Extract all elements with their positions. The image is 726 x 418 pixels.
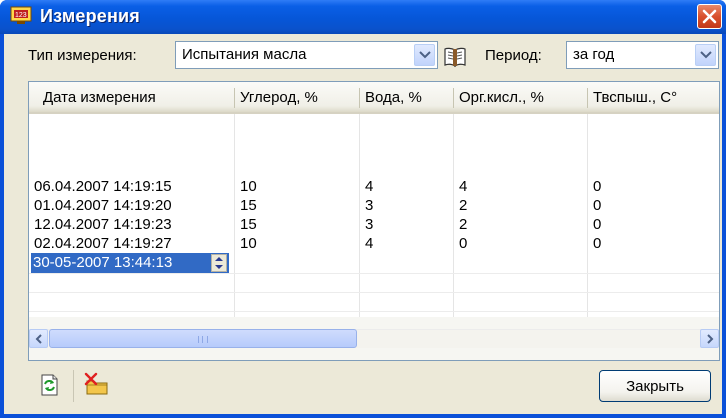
cell-date[interactable]: 12.04.2007 14:19:23 [29, 215, 234, 234]
close-icon [702, 9, 717, 24]
date-edit-input[interactable]: 30-05-2007 13:44:13 [31, 253, 229, 273]
measurements-grid[interactable]: Дата измерения Углерод, % Вода, % Орг.ки… [28, 81, 720, 361]
close-window-button[interactable] [697, 4, 722, 29]
cell-flash-point[interactable]: 0 [588, 177, 719, 196]
column-header-water[interactable]: Вода, % [360, 82, 453, 112]
cell-carbon[interactable]: 10 [235, 234, 359, 253]
cell-organic-acid[interactable]: 2 [454, 196, 587, 215]
cell-organic-acid[interactable]: 4 [454, 177, 587, 196]
toolbar-separator [73, 370, 74, 402]
period-select[interactable]: за год [566, 41, 719, 69]
table-row[interactable]: 06.04.2007 14:19:15 10 4 4 0 [29, 177, 719, 196]
table-row[interactable]: 02.04.2007 14:19:27 10 4 0 0 [29, 234, 719, 253]
title-bar[interactable]: 123 Измерения [0, 0, 726, 34]
measurement-type-select[interactable]: Испытания масла [175, 41, 438, 69]
cell-water[interactable]: 4 [360, 234, 453, 253]
date-spinner[interactable] [211, 254, 227, 272]
cell-flash-point[interactable]: 0 [588, 234, 719, 253]
close-button[interactable]: Закрыть [599, 370, 711, 402]
measurement-monitor-icon: 123 [10, 6, 34, 26]
cell-organic-acid[interactable]: 2 [454, 215, 587, 234]
column-header-organic-acid[interactable]: Орг.кисл., % [454, 82, 587, 112]
cell-carbon[interactable]: 15 [235, 196, 359, 215]
chevron-right-icon [707, 334, 714, 344]
chevron-down-icon[interactable] [414, 44, 435, 66]
window-title: Измерения [40, 6, 141, 26]
cell-water[interactable]: 4 [360, 177, 453, 196]
cell-organic-acid[interactable]: 0 [454, 234, 587, 253]
scrollbar-thumb[interactable] [49, 329, 357, 348]
measurement-type-label: Тип измерения: [28, 47, 137, 64]
period-value: за год [573, 46, 615, 63]
cell-date[interactable]: 06.04.2007 14:19:15 [29, 177, 234, 196]
delete-folder-icon[interactable] [84, 372, 110, 398]
chevron-left-icon [35, 334, 42, 344]
column-header-flash-point[interactable]: Твспыш., С° [588, 82, 719, 112]
measurement-type-value: Испытания масла [182, 46, 307, 63]
cell-flash-point[interactable]: 0 [588, 196, 719, 215]
scroll-left-button[interactable] [29, 329, 48, 348]
horizontal-scrollbar[interactable] [29, 317, 719, 360]
book-icon[interactable] [443, 45, 467, 69]
measurements-window: 123 Измерения Тип измерения: Испытания м… [0, 0, 726, 418]
column-header-carbon[interactable]: Углерод, % [235, 82, 359, 112]
cell-flash-point[interactable]: 0 [588, 215, 719, 234]
chevron-down-icon[interactable] [695, 44, 716, 66]
spin-arrows-icon [215, 257, 223, 269]
grid-header: Дата измерения Углерод, % Вода, % Орг.ки… [29, 82, 719, 114]
cell-carbon[interactable]: 10 [235, 177, 359, 196]
refresh-icon[interactable] [36, 372, 62, 398]
cell-water[interactable]: 3 [360, 215, 453, 234]
cell-date[interactable]: 02.04.2007 14:19:27 [29, 234, 234, 253]
period-label: Период: [485, 47, 542, 64]
column-header-date[interactable]: Дата измерения [29, 82, 234, 112]
svg-text:123: 123 [15, 12, 27, 19]
scroll-right-button[interactable] [700, 329, 719, 348]
cell-water[interactable]: 3 [360, 196, 453, 215]
table-row[interactable]: 01.04.2007 14:19:20 15 3 2 0 [29, 196, 719, 215]
cell-carbon[interactable]: 15 [235, 215, 359, 234]
table-row[interactable]: 12.04.2007 14:19:23 15 3 2 0 [29, 215, 719, 234]
cell-date[interactable]: 01.04.2007 14:19:20 [29, 196, 234, 215]
